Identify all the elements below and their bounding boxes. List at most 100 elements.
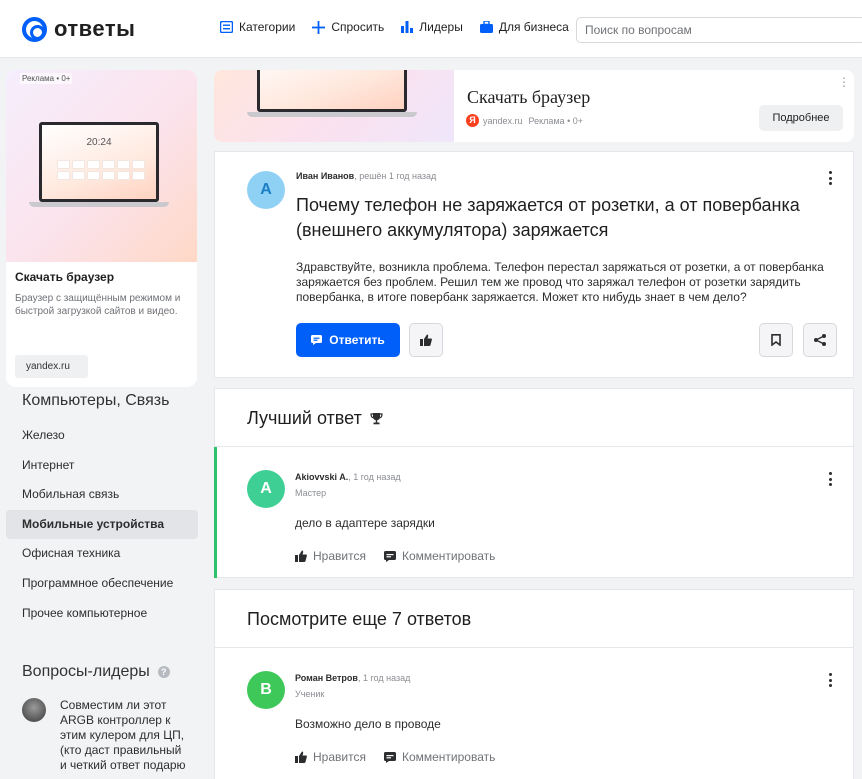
nav-ask-label: Спросить [331,20,385,34]
top-nav: Категории Спросить Лидеры Для бизнеса [220,20,586,34]
avatar[interactable]: A [247,171,285,209]
more-details-button[interactable]: Подробнее [759,105,843,131]
nav-leaders-label: Лидеры [419,20,463,34]
category-item[interactable]: Прочее компьютерное [6,599,198,629]
more-answers-heading: Посмотрите еще 7 ответов [247,609,472,629]
more-options-icon[interactable] [829,171,833,185]
bar-chart-icon [401,21,414,33]
answer-actions: Нравится Комментировать [295,549,513,563]
question-time: , решён 1 год назад [354,171,437,181]
category-item[interactable]: Программное обеспечение [6,569,198,599]
category-list: Железо Интернет Мобильная связь Мобильны… [6,421,198,628]
avatar[interactable]: B [247,671,285,709]
answer-meta: Akiovvski A., 1 год назад [295,472,401,482]
nav-categories[interactable]: Категории [220,20,295,34]
like-label: Нравится [313,549,366,563]
logo[interactable]: ответы [22,16,135,42]
leader-question-text[interactable]: Совместим ли этот ARGB контроллер к этим… [60,698,188,773]
question-title: Почему телефон не заряжается от розетки,… [296,195,800,240]
best-answer-heading: Лучший ответ [247,408,383,429]
more-options-icon[interactable] [829,472,833,486]
like-label: Нравится [313,750,366,764]
briefcase-icon [479,21,493,33]
category-item[interactable]: Интернет [6,451,198,481]
laptop-illustration: 20:24 [29,122,169,207]
question-meta: Иван Иванов, решён 1 год назад [296,171,436,181]
question-card: A Иван Иванов, решён 1 год назад Почему … [214,151,854,378]
answer-meta: Роман Ветров, 1 год назад [295,673,410,683]
answer-text: дело в адаптере зарядки [295,516,435,530]
ad-description: Браузер с защищённым режимом и быстрой з… [15,293,181,317]
comment-button[interactable]: Комментировать [383,750,496,764]
nav-categories-label: Категории [239,20,296,34]
comment-label: Комментировать [401,750,496,764]
category-item[interactable]: Офисная техника [6,539,198,569]
question-author[interactable]: Иван Иванов [296,171,354,181]
trophy-icon [370,413,383,425]
like-button[interactable]: Нравится [295,750,366,764]
comment-button[interactable]: Комментировать [383,549,496,563]
answer-time: , 1 год назад [348,472,401,482]
ad-title[interactable]: Скачать браузер [15,270,114,284]
answer-author[interactable]: Akiovvski A. [295,472,348,482]
leaders-title: Вопросы-лидеры ? [22,663,170,681]
yandex-logo-icon: Я [466,114,479,127]
best-answer-heading-text: Лучший ответ [247,408,362,428]
top-ad-title[interactable]: Скачать браузер [467,87,590,108]
ad-domain-button[interactable]: yandex.ru [15,355,88,378]
divider [215,446,853,447]
comment-icon [383,550,396,562]
thumbs-up-icon [420,334,432,346]
nav-business[interactable]: Для бизнеса [479,20,569,34]
category-item[interactable]: Мобильная связь [6,480,198,510]
leaders-title-text: Вопросы-лидеры [22,663,150,680]
avatar [22,698,46,722]
top-ad-tag: Реклама • 0+ [528,115,584,126]
top-ad-source: yandex.ru [483,115,523,126]
left-ad[interactable]: Реклама • 0+ 20:24 Скачать браузер Брауз… [6,70,197,387]
comment-icon [383,751,396,763]
laptop-illustration [247,70,417,117]
ad-options-icon[interactable]: ⋮ [838,76,850,88]
thumbs-up-icon [295,550,307,562]
comment-icon [311,335,323,345]
reply-button-label: Ответить [329,333,385,347]
top-ad-banner[interactable]: Скачать браузер Я yandex.ru Реклама • 0+… [214,70,854,142]
answer-author[interactable]: Роман Ветров [295,673,358,683]
logo-mark-icon [22,16,47,42]
plus-icon [312,20,326,34]
bookmark-icon [771,334,781,346]
reply-button[interactable]: Ответить [296,323,400,357]
leader-question[interactable]: Совместим ли этот ARGB контроллер к этим… [22,698,188,773]
logo-text: ответы [54,16,136,41]
more-answers-card: Посмотрите еще 7 ответов B Роман Ветров,… [214,589,854,779]
bookmark-button[interactable] [759,323,793,357]
best-answer-highlight [214,447,217,578]
share-icon [814,334,826,346]
category-title[interactable]: Компьютеры, Связь [22,392,169,410]
nav-ask[interactable]: Спросить [312,20,384,34]
thumbs-up-icon [295,751,307,763]
answer-time: , 1 год назад [357,673,411,683]
like-question-button[interactable] [409,323,443,357]
avatar[interactable]: A [247,470,285,508]
top-ad-image[interactable] [214,70,454,142]
divider [215,647,853,648]
category-item[interactable]: Железо [6,421,198,451]
search-input[interactable] [576,17,862,43]
best-answer-card: Лучший ответ A Akiovvski A., 1 год назад… [214,388,854,578]
more-options-icon[interactable] [829,673,833,687]
nav-business-label: Для бизнеса [498,20,569,34]
category-item-active[interactable]: Мобильные устройства [6,509,198,540]
ad-tag: Реклама • 0+ [20,73,73,84]
comment-label: Комментировать [401,549,496,563]
answer-actions: Нравится Комментировать [295,750,513,764]
question-body: Здравствуйте, возникла проблема. Телефон… [296,260,824,304]
help-icon[interactable]: ? [157,666,170,678]
like-button[interactable]: Нравится [295,549,366,563]
ad-image[interactable]: Реклама • 0+ 20:24 [6,70,197,262]
share-button[interactable] [803,323,837,357]
nav-leaders[interactable]: Лидеры [401,20,463,34]
answer-rank: Мастер [295,488,327,498]
answer-rank: Ученик [295,689,325,699]
